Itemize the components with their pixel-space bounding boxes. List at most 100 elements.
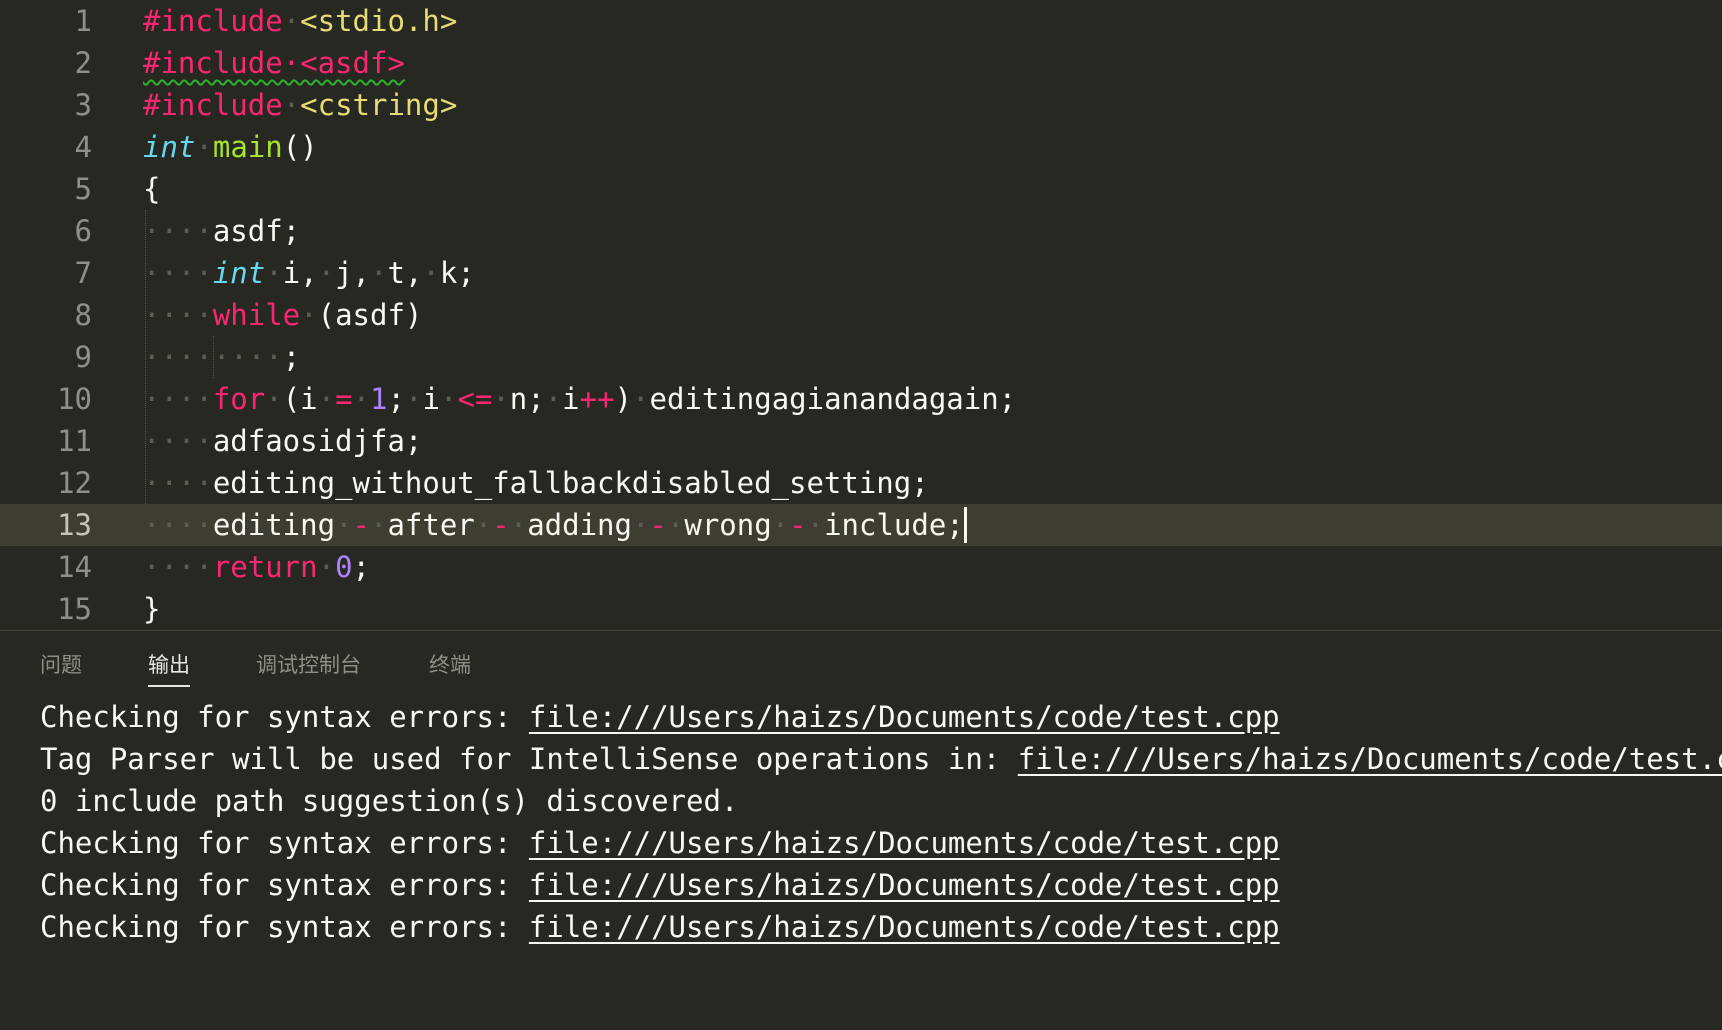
file-link[interactable]: file:///Users/haizs/Documents/code/test.…: [529, 910, 1280, 944]
whitespace-marker: ·: [300, 298, 318, 332]
code-token: int: [143, 130, 196, 164]
code-line[interactable]: 7 ····int·i,·j,·t,·k;: [0, 252, 1722, 294]
line-number: 9: [74, 340, 92, 374]
file-link[interactable]: file:///Users/haizs/Documents/code/test.…: [529, 826, 1280, 860]
line-code: ····asdf;: [143, 210, 300, 252]
output-line: Checking for syntax errors: file:///User…: [40, 696, 1280, 738]
whitespace-marker: ·: [317, 382, 336, 416]
whitespace-marker: ·: [317, 256, 336, 290]
code-token: -: [649, 508, 667, 542]
tab-terminal[interactable]: 终端: [429, 651, 471, 679]
code-line[interactable]: 9 ········;: [0, 336, 1722, 378]
whitespace-marker: ·: [335, 508, 353, 542]
whitespace-marker: ·: [282, 88, 301, 122]
whitespace-marker: ·: [422, 256, 440, 290]
whitespace-marker: ·: [282, 4, 301, 38]
output-line: Tag Parser will be used for IntelliSense…: [40, 738, 1722, 780]
whitespace-marker: ·: [439, 382, 458, 416]
line-number: 15: [57, 592, 92, 626]
panel-tabs: 问题 输出 调试控制台 终端: [0, 631, 1722, 691]
code-token: k;: [439, 256, 475, 290]
code-token: -: [789, 508, 807, 542]
line-number: 5: [74, 172, 92, 206]
code-line[interactable]: 6 ····asdf;: [0, 210, 1722, 252]
code-line[interactable]: 15}: [0, 588, 1722, 630]
code-token: -: [352, 508, 370, 542]
code-line[interactable]: 10 ····for·(i·=·1;·i·<=·n;·i++)·editingag…: [0, 378, 1722, 420]
whitespace-marker: ····: [143, 256, 213, 290]
line-code: ····editing·-·after·-·adding·-·wrong·-·i…: [143, 504, 967, 546]
whitespace-marker: ····: [143, 298, 213, 332]
line-number: 12: [57, 466, 92, 500]
code-token: editing_without_fallbackdisabled_setting…: [212, 466, 929, 500]
code-token: #include: [143, 4, 283, 38]
code-line[interactable]: 1 #include·<stdio.h>: [0, 0, 1722, 42]
code-token: (): [282, 130, 318, 164]
code-token: after: [387, 508, 475, 542]
code-token: i: [562, 382, 580, 416]
tab-output[interactable]: 输出: [148, 651, 190, 687]
line-code: #include·<cstring>: [143, 84, 457, 126]
whitespace-marker: ·: [352, 382, 371, 416]
code-line[interactable]: 5{: [0, 168, 1722, 210]
output-text: Tag Parser will be used for IntelliSense…: [40, 742, 1018, 776]
code-line[interactable]: 12 ····editing_without_fallbackdisabled_s…: [0, 462, 1722, 504]
code-token: main: [212, 130, 283, 164]
line-code: #include·<stdio.h>: [143, 0, 457, 42]
output-text: 0 include path suggestion(s) discovered.: [40, 784, 739, 818]
code-line[interactable]: 2 #include·<asdf>: [0, 42, 1722, 84]
code-line[interactable]: 11 ····adfaosidjfa;: [0, 420, 1722, 462]
line-code: ····return·0;: [143, 546, 370, 588]
code-line[interactable]: 8 ····while·(asdf): [0, 294, 1722, 336]
whitespace-marker: ····: [143, 550, 213, 584]
code-token: adfaosidjfa;: [212, 424, 423, 458]
code-token: return: [212, 550, 318, 584]
whitespace-marker: ·: [265, 256, 283, 290]
code-line[interactable]: 3 #include·<cstring>: [0, 84, 1722, 126]
line-number: 7: [74, 256, 92, 290]
whitespace-marker: ·: [492, 382, 510, 416]
code-line[interactable]: 14 ····return·0;: [0, 546, 1722, 588]
code-token: ): [614, 382, 633, 416]
file-link[interactable]: file:///Users/haizs/Documents/code/test.…: [529, 700, 1280, 734]
line-code: ····int·i,·j,·t,·k;: [143, 252, 475, 294]
tab-debug-console[interactable]: 调试控制台: [256, 651, 361, 679]
code-token: #include: [143, 88, 283, 122]
code-token: i,: [282, 256, 318, 290]
tab-problems[interactable]: 问题: [40, 651, 82, 679]
whitespace-marker: ·: [317, 550, 336, 584]
code-line[interactable]: 4 int·main(): [0, 126, 1722, 168]
file-link[interactable]: file:///Users/haizs/Documents/code/test.…: [1018, 742, 1722, 776]
whitespace-marker: ·: [631, 508, 650, 542]
line-code: {: [143, 168, 160, 210]
code-token: ;: [282, 340, 301, 374]
whitespace-marker: ····: [143, 466, 213, 500]
code-token: <cstring>: [300, 88, 458, 122]
code-token: <stdio.h>: [300, 4, 458, 38]
file-link[interactable]: file:///Users/haizs/Documents/code/test.…: [529, 868, 1280, 902]
line-number: 4: [74, 130, 92, 164]
bottom-panel: 问题 输出 调试控制台 终端 Checking for syntax error…: [0, 630, 1722, 1030]
code-line[interactable]: 13 ····editing·-·after·-·adding·-·wrong·-…: [0, 504, 1722, 546]
line-number: 14: [57, 550, 92, 584]
whitespace-marker: ·: [632, 382, 650, 416]
code-token: while: [212, 298, 301, 332]
whitespace-marker: ·: [265, 382, 283, 416]
whitespace-marker: ·: [544, 382, 563, 416]
whitespace-marker: ·: [509, 508, 528, 542]
code-editor[interactable]: 1 #include·<stdio.h> 2 #include·<asdf> 3 #inc…: [0, 0, 1722, 630]
whitespace-marker: ········: [143, 340, 283, 374]
output-text: Checking for syntax errors:: [40, 910, 529, 944]
text-cursor: [963, 507, 967, 543]
code-token: i: [422, 382, 440, 416]
whitespace-marker: ····: [143, 508, 213, 542]
output-line: Checking for syntax errors: file:///User…: [40, 864, 1280, 906]
line-code: ····editing_without_fallbackdisabled_set…: [143, 462, 929, 504]
output-line: Checking for syntax errors: file:///User…: [40, 906, 1280, 948]
whitespace-marker: ·: [806, 508, 825, 542]
line-number: 6: [74, 214, 92, 248]
code-token: j,: [335, 256, 371, 290]
code-token: t,: [387, 256, 423, 290]
whitespace-marker: ····: [143, 424, 213, 458]
line-number: 3: [74, 88, 92, 122]
